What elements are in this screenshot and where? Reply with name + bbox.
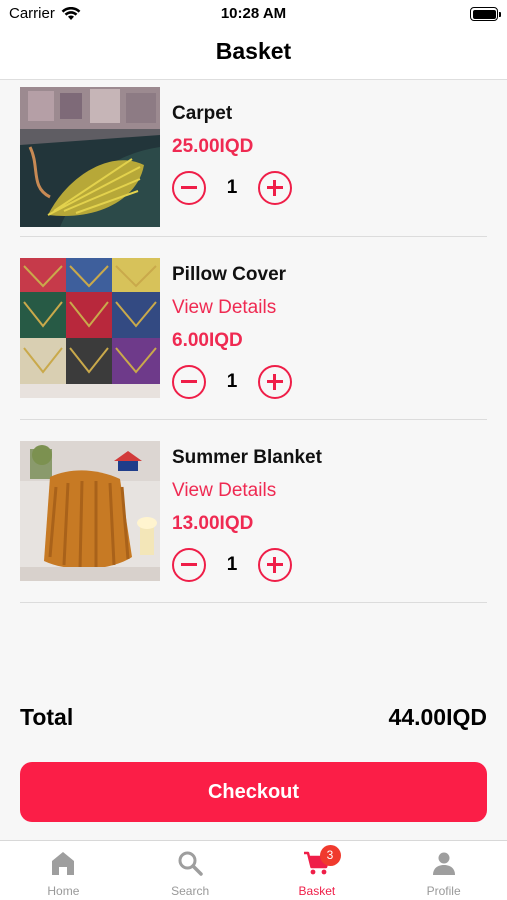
view-details-link[interactable]: View Details xyxy=(172,291,292,324)
quantity-value: 1 xyxy=(226,177,238,198)
decrease-quantity-button[interactable] xyxy=(172,365,206,399)
increase-quantity-button[interactable] xyxy=(258,171,292,205)
home-icon xyxy=(52,852,75,875)
minus-icon xyxy=(181,380,197,383)
page-title: Basket xyxy=(215,38,292,64)
tab-bar: Home Search 3 Basket Profile xyxy=(0,840,507,900)
tab-profile[interactable]: Profile xyxy=(380,841,507,900)
item-name: Pillow Cover xyxy=(172,264,287,285)
tab-label: Basket xyxy=(298,884,336,898)
status-time: 10:28 AM xyxy=(220,5,287,22)
basket-item-summer-blanket: Summer Blanket View Details 13.00IQD 1 xyxy=(20,420,487,603)
total-label: Total xyxy=(20,704,74,730)
item-price: 25.00IQD xyxy=(172,136,254,157)
plus-icon-vertical-bar xyxy=(273,180,276,196)
product-image-carpet[interactable] xyxy=(20,87,160,227)
minus-icon xyxy=(181,186,197,189)
quantity-value: 1 xyxy=(226,554,238,575)
tab-label: Home xyxy=(47,884,80,898)
decrease-quantity-button[interactable] xyxy=(172,171,206,205)
order-total: Total 44.00IQD xyxy=(20,700,487,736)
item-price: 6.00IQD xyxy=(172,330,243,351)
status-bar: Carrier 10:28 AM xyxy=(0,0,507,30)
basket-item-pillow-cover: Pillow Cover View Details 6.00IQD 1 xyxy=(20,237,487,420)
cart-count-badge: 3 xyxy=(319,845,341,866)
item-info-pillow-cover: Pillow Cover View Details 6.00IQD 1 xyxy=(172,258,292,403)
tab-search[interactable]: Search xyxy=(127,841,254,900)
navigation-bar: Basket xyxy=(0,30,507,80)
product-image-summer-blanket[interactable] xyxy=(20,441,160,581)
quantity-value: 1 xyxy=(226,371,238,392)
search-icon xyxy=(178,851,203,876)
item-name: Summer Blanket xyxy=(172,447,322,468)
item-info-summer-blanket: Summer Blanket View Details 13.00IQD 1 xyxy=(172,441,322,586)
basket-list: Carpet 25.00IQD 1 Pillow Cover View Deta… xyxy=(20,80,487,603)
decrease-quantity-button[interactable] xyxy=(172,548,206,582)
checkout-button[interactable]: Checkout xyxy=(20,762,487,822)
increase-quantity-button[interactable] xyxy=(258,548,292,582)
item-name: Carpet xyxy=(172,103,233,124)
product-image-pillow-cover[interactable] xyxy=(20,258,160,398)
battery-icon xyxy=(470,7,501,21)
plus-icon-vertical-bar xyxy=(273,557,276,573)
basket-item-carpet: Carpet 25.00IQD 1 xyxy=(20,80,487,237)
total-value: 44.00IQD xyxy=(388,704,487,730)
plus-icon-vertical-bar xyxy=(273,374,276,390)
minus-icon xyxy=(181,563,197,566)
item-price: 13.00IQD xyxy=(172,513,254,534)
tab-label: Search xyxy=(171,884,210,898)
quantity-stepper: 1 xyxy=(172,361,292,403)
tab-home[interactable]: Home xyxy=(0,841,127,900)
tab-label: Profile xyxy=(426,884,461,898)
person-icon xyxy=(432,852,455,875)
quantity-stepper: 1 xyxy=(172,544,322,586)
view-details-link[interactable]: View Details xyxy=(172,474,322,507)
tab-basket[interactable]: 3 Basket xyxy=(254,841,381,900)
increase-quantity-button[interactable] xyxy=(258,365,292,399)
item-info: Carpet 25.00IQD 1 xyxy=(172,97,292,209)
quantity-stepper: 1 xyxy=(172,167,292,209)
